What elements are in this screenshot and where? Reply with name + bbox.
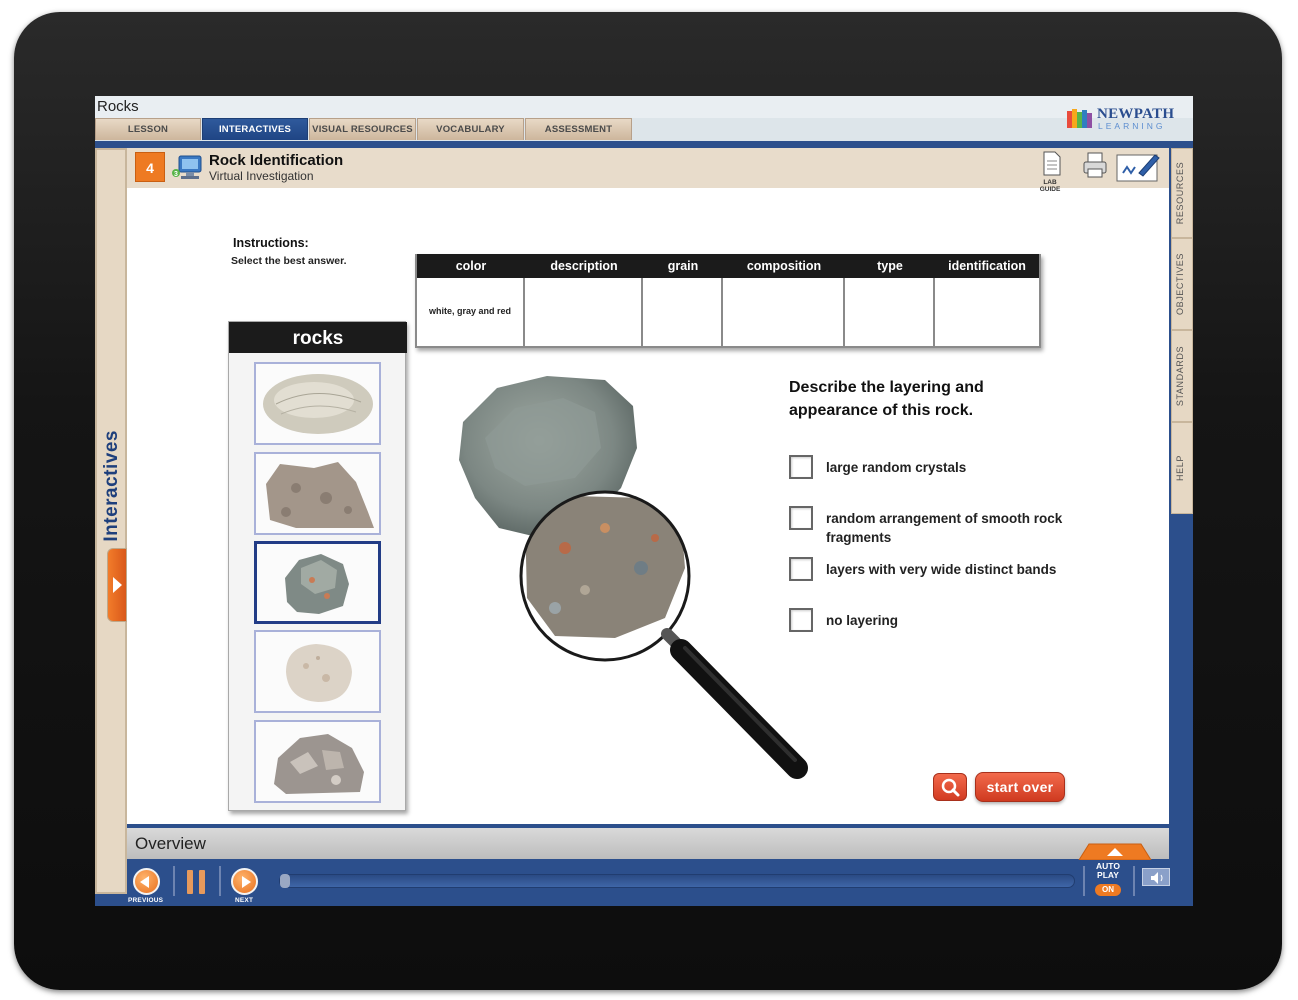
rock-magnifier-illustration: [459, 376, 808, 779]
pause-button[interactable]: [185, 870, 207, 894]
next-button[interactable]: [231, 868, 258, 895]
divider: [219, 866, 221, 896]
pause-icon: [187, 870, 193, 894]
rock-image: [274, 734, 364, 794]
overview-bar[interactable]: Overview: [127, 828, 1169, 859]
rock-image: [266, 462, 374, 528]
rail-tab-label: RESOURCES: [1175, 161, 1185, 225]
divider: [1133, 866, 1135, 896]
rail-tab-resources[interactable]: RESOURCES: [1171, 148, 1193, 238]
table-cell-description: [525, 278, 643, 346]
table-header: color: [417, 254, 525, 278]
overview-expand-tab[interactable]: [1077, 842, 1153, 860]
app-title-bar: Rocks: [95, 96, 1193, 118]
option-label: layers with very wide distinct bands: [826, 562, 1057, 577]
table-header: identification: [935, 254, 1039, 278]
instructions-title: Instructions:: [233, 236, 309, 250]
tab-assessment[interactable]: ASSESSMENT: [525, 118, 632, 140]
table-cell-grain: [643, 278, 723, 346]
table-header: grain: [643, 254, 723, 278]
previous-button[interactable]: [133, 868, 160, 895]
rail-tab-objectives[interactable]: OBJECTIVES: [1171, 238, 1193, 330]
rail-tab-standards[interactable]: STANDARDS: [1171, 330, 1193, 422]
rock-thumb-3-selected[interactable]: [254, 541, 381, 624]
playback-controls: PREVIOUS NEXT AUTO PLAY ON: [127, 860, 1193, 906]
lab-guide-button[interactable]: LAB GUIDE: [1033, 151, 1067, 193]
rocks-panel-title: rocks: [229, 322, 407, 353]
interactives-rail-label: Interactives: [101, 430, 122, 542]
table-cell-color: white, gray and red: [417, 278, 525, 346]
svg-text:3: 3: [174, 171, 178, 178]
lab-guide-label: LAB GUIDE: [1039, 179, 1061, 193]
lesson-title: Rock Identification: [209, 152, 344, 169]
table-cell-type: [845, 278, 935, 346]
rail-tab-label: STANDARDS: [1175, 345, 1185, 407]
table-header: description: [525, 254, 643, 278]
lab-guide-icon: [1043, 151, 1061, 176]
computer-icon: 3: [172, 155, 202, 179]
newpath-logo: NEWPATH LEARNING: [1067, 104, 1177, 132]
option-label: no layering: [826, 613, 899, 628]
rock-thumb-1[interactable]: [254, 362, 381, 445]
lesson-header: 4 3 Rock Identification Virtual Investig…: [127, 148, 1169, 193]
instructions-text: Select the best answer.: [231, 255, 347, 267]
logo-subtext: LEARNING: [1098, 121, 1166, 131]
previous-label: PREVIOUS: [128, 897, 164, 904]
checkbox[interactable]: [789, 506, 813, 530]
rock-thumb-2[interactable]: [254, 452, 381, 535]
rock-image: [263, 374, 373, 434]
app-title: Rocks: [97, 98, 139, 115]
lesson-subtitle: Virtual Investigation: [209, 169, 314, 183]
tab-lesson[interactable]: LESSON: [95, 118, 201, 140]
progress-knob[interactable]: [280, 874, 290, 888]
rock-image: [285, 554, 349, 614]
lesson-number: 4: [135, 152, 165, 182]
table-cell-composition: [723, 278, 845, 346]
magnify-button[interactable]: [933, 773, 967, 801]
volume-button[interactable]: [1142, 868, 1170, 886]
autoplay-state: ON: [1095, 884, 1121, 896]
pause-icon: [199, 870, 205, 894]
tab-vocabulary[interactable]: VOCABULARY: [417, 118, 524, 140]
question-prompt: Describe the layering and appearance of …: [789, 379, 984, 419]
volume-icon: [1151, 872, 1163, 884]
rock-image: [286, 644, 352, 702]
checkbox[interactable]: [789, 608, 813, 632]
content-area: 4 3 Rock Identification Virtual Investig…: [127, 148, 1169, 824]
tab-interactives[interactable]: INTERACTIVES: [202, 118, 308, 140]
notepad-icon[interactable]: [1115, 151, 1161, 183]
autoplay-label: AUTO PLAY: [1096, 861, 1120, 880]
tab-visual-resources[interactable]: VISUAL RESOURCES: [309, 118, 416, 140]
rail-tab-help[interactable]: HELP: [1171, 422, 1193, 514]
rock-thumb-5[interactable]: [254, 720, 381, 803]
magnifier-icon: [941, 778, 960, 797]
progress-slider[interactable]: [279, 874, 1075, 888]
overview-label: Overview: [135, 834, 206, 853]
tab-bar: LESSON INTERACTIVES VISUAL RESOURCES VOC…: [95, 118, 1193, 141]
books-icon: [1067, 109, 1092, 128]
table-cell-identification: [935, 278, 1039, 346]
left-rail: Interactives: [95, 148, 127, 894]
divider: [173, 866, 175, 896]
divider: [1083, 866, 1085, 896]
rocks-panel: rocks: [228, 321, 407, 811]
properties-table: color description grain composition type…: [415, 254, 1041, 348]
rock-thumb-4[interactable]: [254, 630, 381, 713]
rail-tab-label: HELP: [1175, 455, 1185, 481]
table-header: composition: [723, 254, 845, 278]
rail-toggle-button[interactable]: [107, 548, 127, 622]
option-label: random arrangement of smooth rock fragme…: [826, 511, 1063, 545]
app-screen: Rocks LESSON INTERACTIVES VISUAL RESOURC…: [95, 96, 1193, 906]
printer-icon[interactable]: [1081, 151, 1109, 181]
next-label: NEXT: [235, 897, 254, 904]
start-over-button[interactable]: start over: [975, 772, 1065, 802]
rail-tab-label: OBJECTIVES: [1175, 252, 1185, 316]
right-rail: RESOURCES OBJECTIVES STANDARDS HELP: [1171, 148, 1193, 518]
checkbox[interactable]: [789, 557, 813, 581]
autoplay-toggle[interactable]: AUTO PLAY ON: [1090, 862, 1126, 900]
checkbox[interactable]: [789, 455, 813, 479]
table-header: type: [845, 254, 935, 278]
option-label: large random crystals: [826, 460, 967, 475]
